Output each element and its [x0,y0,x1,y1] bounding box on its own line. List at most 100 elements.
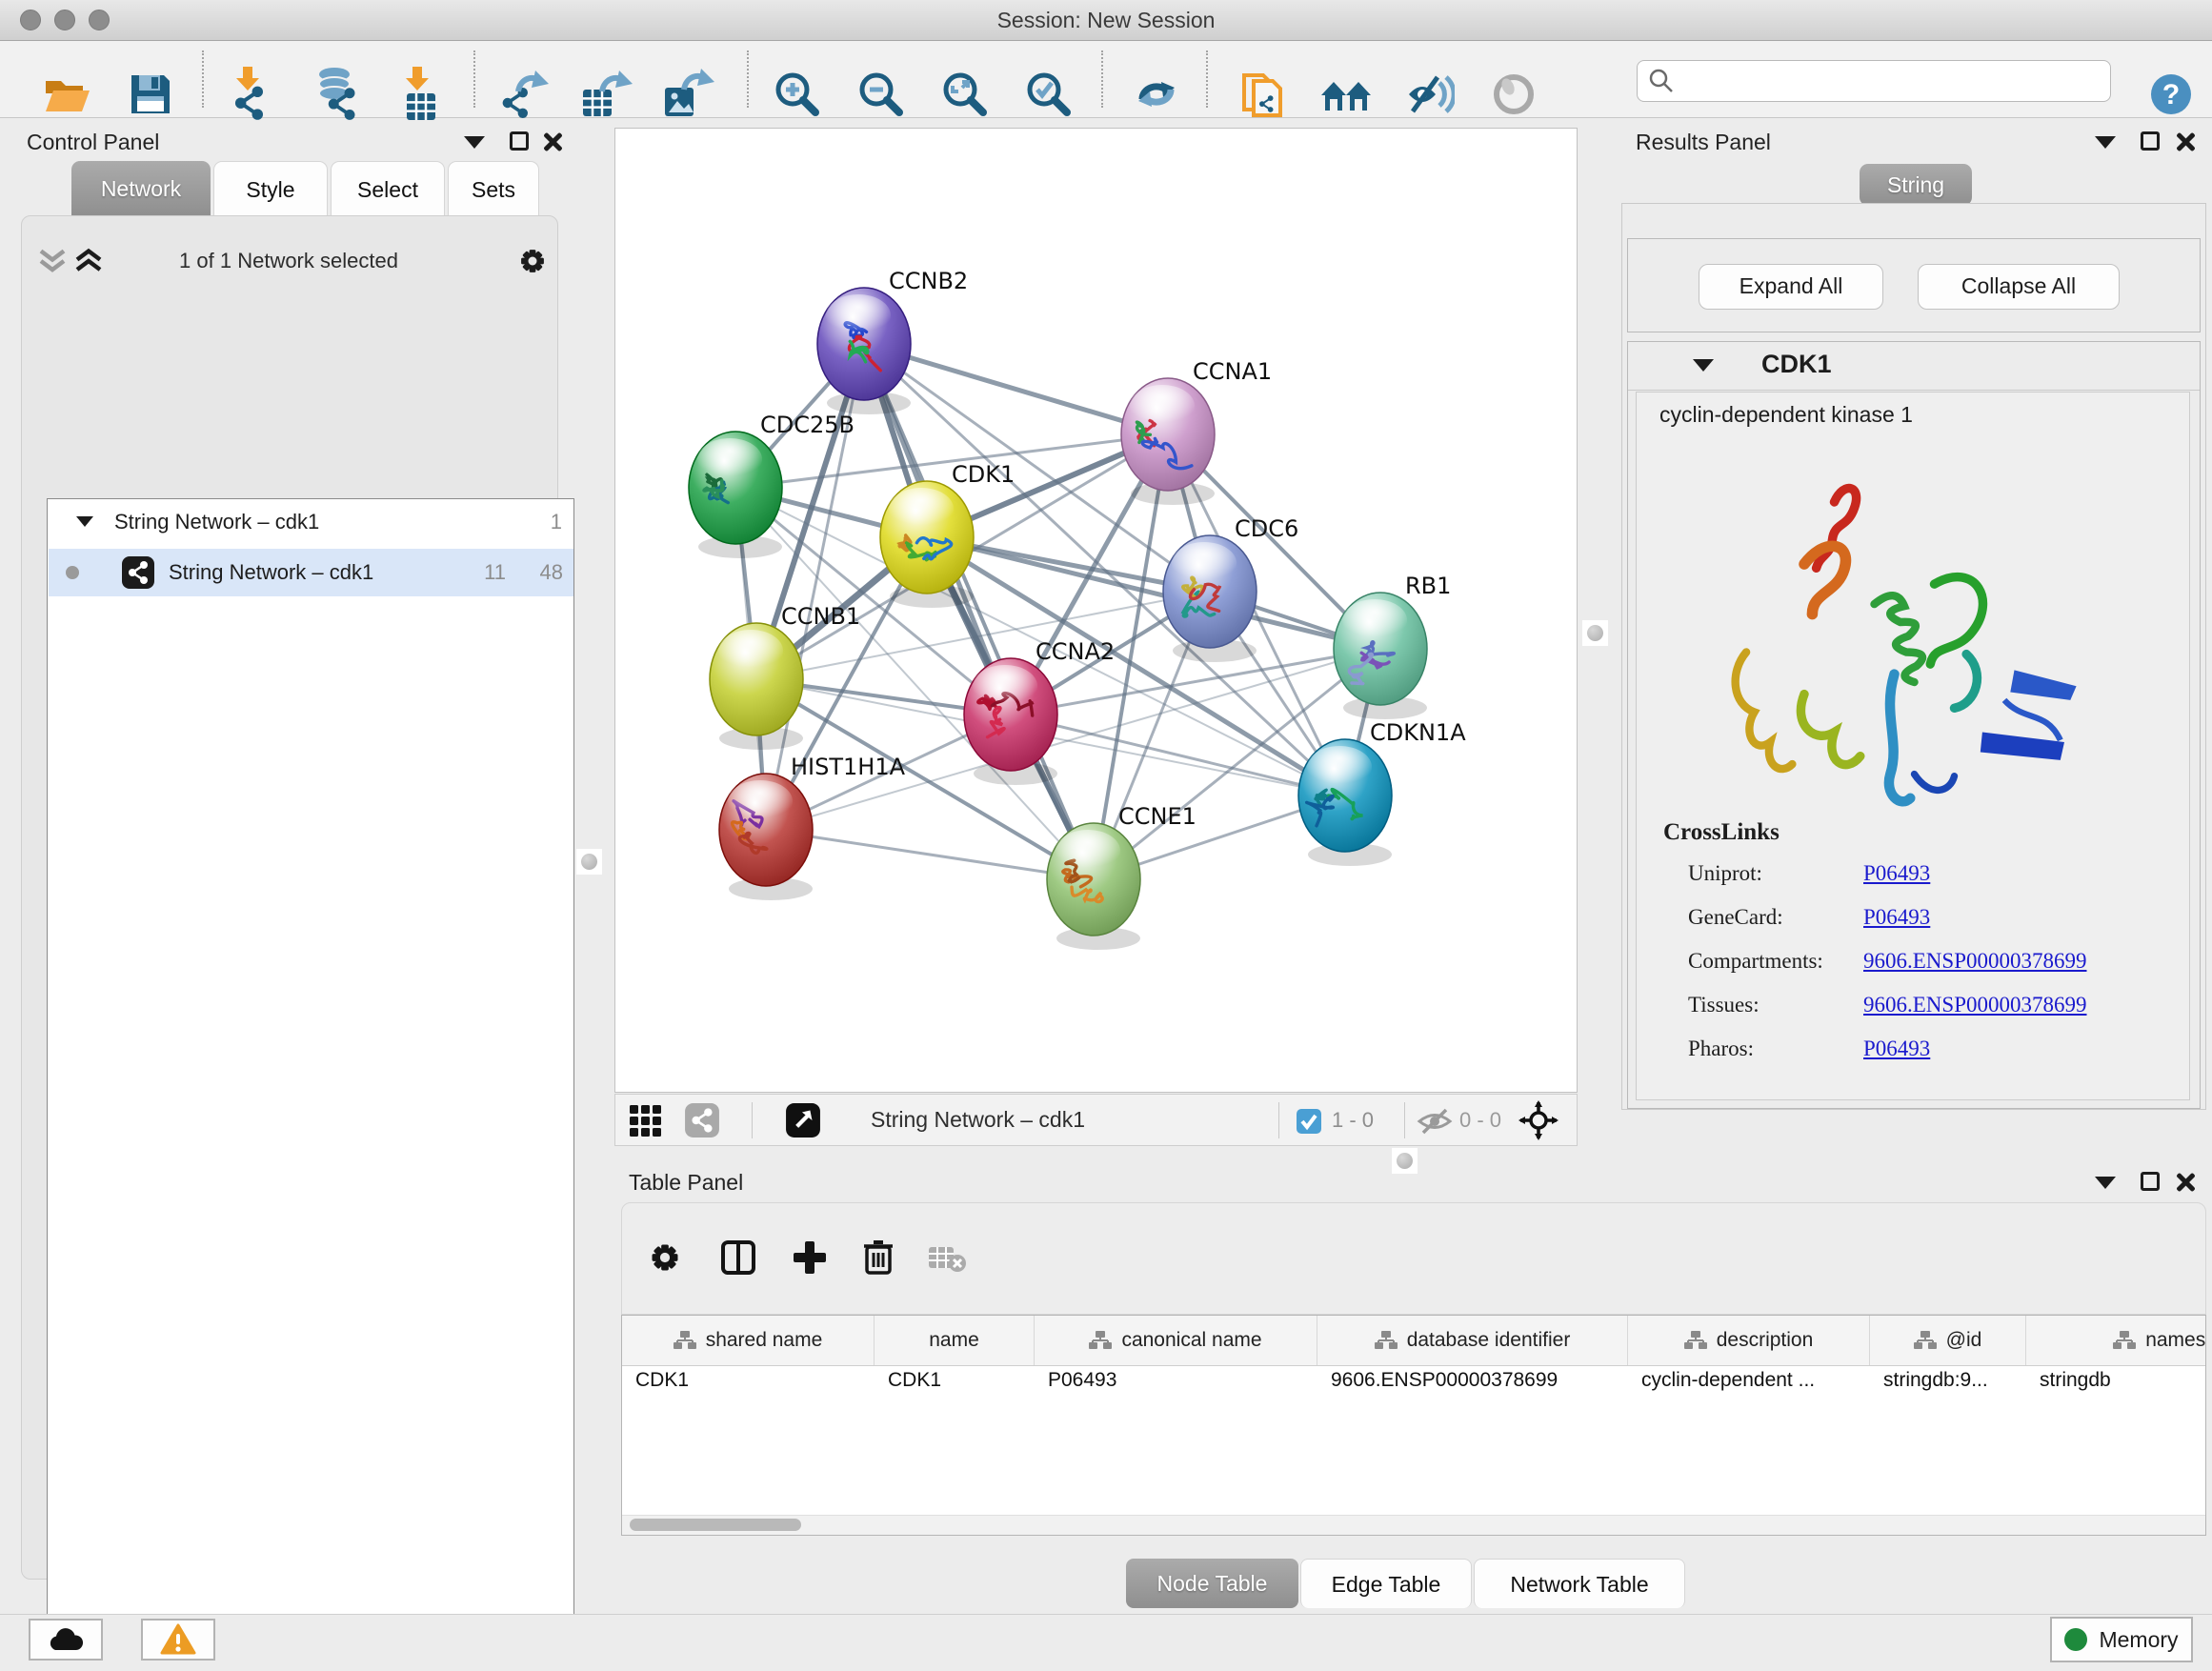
collection-expand-icon[interactable] [76,516,93,527]
import-network-file-icon[interactable] [231,67,277,122]
table-options-gear-icon[interactable] [649,1241,681,1274]
network-edge[interactable] [1011,715,1345,795]
show-columns-icon[interactable] [721,1239,755,1276]
export-image-icon[interactable]: ; [661,69,714,120]
column-header-database-identifier[interactable]: database identifier [1317,1316,1628,1365]
zoom-fit-icon[interactable] [941,70,989,118]
table-tab-node-table[interactable]: Node Table [1126,1559,1298,1608]
zoom-in-icon[interactable] [774,70,821,118]
string-share-icon[interactable] [684,1102,720,1138]
collapse-all-networks-icon[interactable] [35,247,70,275]
network-node-CDC6[interactable]: CDC6 [1163,515,1298,662]
selected-checkbox-icon[interactable] [1296,1108,1322,1135]
network-options-gear-icon[interactable] [518,247,547,275]
network-node-CCNB2[interactable]: CCNB2 [817,268,968,414]
network-node-CCNA1[interactable]: CCNA1 [1121,358,1272,505]
network-canvas[interactable]: CCNB2 CCNA1 CDC25B CDK1 CDC6 RB1 CCNB1 [614,128,1578,1093]
table-cell[interactable]: 9606.ENSP00000378699 [1331,1369,1558,1392]
zoom-out-icon[interactable] [857,70,905,118]
cloud-button[interactable] [29,1619,103,1661]
network-collection-row[interactable]: String Network – cdk1 1 [48,499,573,547]
search-box[interactable] [1637,60,2111,102]
control-panel-float-icon[interactable] [510,131,529,151]
document-share-icon[interactable] [1240,68,1284,121]
table-panel-collapse-icon[interactable] [2095,1177,2116,1189]
help-icon[interactable]: ? [2149,72,2193,116]
expand-all-button[interactable]: Expand All [1699,264,1883,310]
network-node-HIST1H1A[interactable]: HIST1H1A [719,754,906,900]
bottom-splitter-handle[interactable] [1392,1148,1418,1174]
import-table-file-icon[interactable] [399,67,445,122]
collapse-all-button[interactable]: Collapse All [1918,264,2120,310]
column-header-canonical-name[interactable]: canonical name [1035,1316,1317,1365]
delete-table-icon[interactable] [927,1243,967,1274]
column-header-namespace[interactable]: namespace [2026,1316,2206,1365]
refresh-view-icon[interactable] [1133,72,1180,116]
network-edge[interactable] [927,537,1380,649]
crosslink-link[interactable]: 9606.ENSP00000378699 [1863,949,2087,974]
crosslink-link[interactable]: P06493 [1863,861,1930,886]
results-panel-collapse-icon[interactable] [2095,136,2116,149]
crosslink-link[interactable]: P06493 [1863,905,1930,930]
crosslink-link[interactable]: 9606.ENSP00000378699 [1863,993,2087,1017]
results-tab-string[interactable]: String [1860,164,1972,206]
control-panel-close-icon[interactable] [541,131,562,152]
results-panel-float-icon[interactable] [2141,131,2160,151]
warning-button[interactable] [141,1619,215,1661]
birds-eye-view-icon[interactable] [785,1102,821,1138]
table-cell[interactable]: cyclin-dependent ... [1641,1369,1815,1392]
results-panel-close-icon[interactable] [2174,131,2195,152]
gene-section-header[interactable]: CDK1 [1628,342,2200,391]
control-tab-select[interactable]: Select [331,161,445,216]
gene-details: cyclin-dependent kinase 1 CrossLinks Uni… [1636,392,2190,1100]
table-tab-network-table[interactable]: Network Table [1474,1559,1685,1608]
search-input[interactable] [1681,65,2104,97]
toolbar-separator [202,50,204,108]
open-session-icon[interactable] [42,71,91,117]
table-panel-close-icon[interactable] [2174,1172,2195,1193]
table-cell[interactable]: CDK1 [888,1369,941,1392]
scrollbar-thumb[interactable] [630,1519,801,1531]
expand-all-networks-icon[interactable] [71,247,106,275]
network-edge[interactable] [766,830,1094,879]
network-row-selected[interactable]: String Network – cdk1 11 48 [49,549,573,596]
table-cell[interactable]: CDK1 [635,1369,689,1392]
network-panel: 1 of 1 Network selected String Network –… [21,215,558,1580]
show-hide-graphics-icon[interactable] [1405,71,1455,117]
control-tab-network[interactable]: Network [71,161,211,216]
fit-crosshair-icon[interactable] [1518,1100,1558,1140]
grid-view-icon[interactable] [629,1104,661,1137]
export-network-icon[interactable]: ; [497,69,551,120]
add-column-icon[interactable] [792,1239,828,1276]
column-header-description[interactable]: description [1628,1316,1870,1365]
node-table[interactable]: shared name name canonical name database… [621,1315,2206,1536]
export-table-icon[interactable]: ; [579,69,633,120]
memory-button[interactable]: Memory [2050,1617,2193,1662]
save-session-icon[interactable] [128,71,173,117]
gene-collapse-icon[interactable] [1693,359,1714,372]
zoom-selected-icon[interactable] [1025,70,1073,118]
network-node-RB1[interactable]: RB1 [1334,573,1451,719]
import-network-database-icon[interactable] [312,67,365,122]
table-panel-float-icon[interactable] [2141,1172,2160,1191]
status-bar: Memory [0,1614,2212,1671]
houses-icon[interactable] [1319,72,1373,116]
table-cell[interactable]: stringdb [2040,1369,2111,1392]
control-panel-collapse-icon[interactable] [464,136,485,149]
table-cell[interactable]: stringdb:9... [1883,1369,1988,1392]
right-splitter-handle[interactable] [1582,620,1608,646]
left-splitter-handle[interactable] [576,849,602,875]
table-horizontal-scrollbar[interactable] [622,1515,2205,1535]
column-header-shared-name[interactable]: shared name [622,1316,875,1365]
table-cell[interactable]: P06493 [1048,1369,1116,1392]
control-tab-sets[interactable]: Sets [448,161,539,216]
column-header-name[interactable]: name [875,1316,1035,1365]
table-tab-edge-table[interactable]: Edge Table [1300,1559,1472,1608]
delete-column-icon[interactable] [862,1238,895,1276]
network-node-CDKN1A[interactable]: CDKN1A [1298,719,1466,866]
sphere-icon[interactable] [1492,72,1536,116]
control-tab-style[interactable]: Style [213,161,328,216]
column-header--id[interactable]: @id [1870,1316,2026,1365]
crosslink-link[interactable]: P06493 [1863,1037,1930,1061]
crosslink-label: Compartments: [1688,949,1823,974]
